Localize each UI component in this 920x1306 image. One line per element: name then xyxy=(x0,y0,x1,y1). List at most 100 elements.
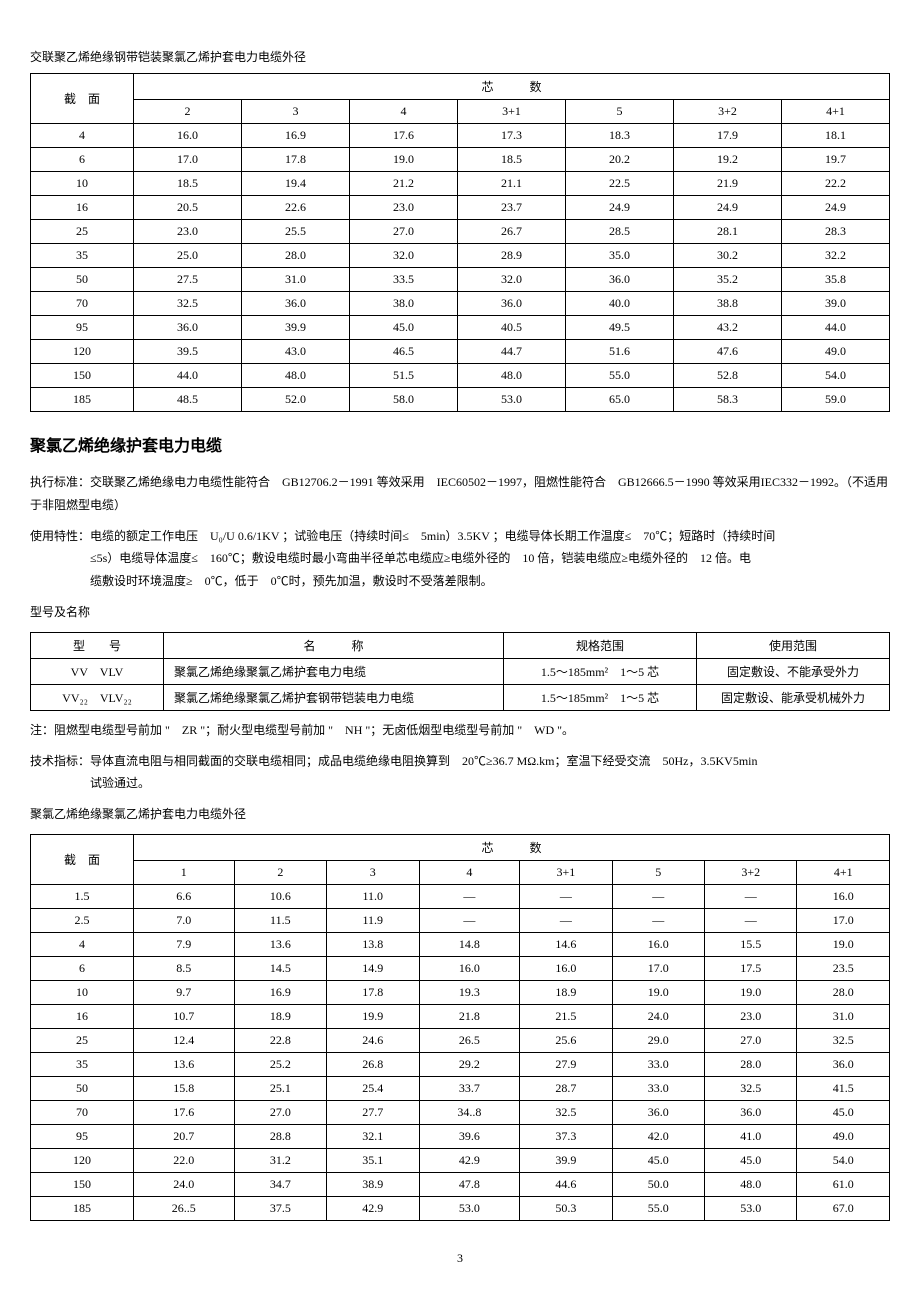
data-cell: 17.3 xyxy=(458,124,566,148)
data-cell: 34.7 xyxy=(234,1172,326,1196)
data-cell: 41.0 xyxy=(705,1124,797,1148)
row-label: 16 xyxy=(31,196,134,220)
data-cell: 32.2 xyxy=(782,244,890,268)
data-cell: 55.0 xyxy=(566,364,674,388)
data-cell: 17.8 xyxy=(327,980,419,1004)
data-cell: 48.0 xyxy=(705,1172,797,1196)
data-cell: 17.0 xyxy=(134,148,242,172)
data-cell: 34..8 xyxy=(419,1100,520,1124)
name-cell: 聚氯乙烯绝缘聚氯乙烯护套电力电缆 xyxy=(164,658,504,684)
data-cell: 29.0 xyxy=(612,1028,704,1052)
data-cell: 35.2 xyxy=(674,268,782,292)
data-cell: 28.0 xyxy=(797,980,890,1004)
data-cell: 28.1 xyxy=(674,220,782,244)
data-cell: 26.8 xyxy=(327,1052,419,1076)
name-cell: 聚氯乙烯绝缘聚氯乙烯护套钢带铠装电力电缆 xyxy=(164,684,504,710)
data-cell: 36.0 xyxy=(612,1100,704,1124)
row-label: 10 xyxy=(31,172,134,196)
data-cell: 27.5 xyxy=(134,268,242,292)
table-row: 1018.519.421.221.122.521.922.2 xyxy=(31,172,890,196)
data-cell: 25.2 xyxy=(234,1052,326,1076)
data-cell: 39.5 xyxy=(134,340,242,364)
data-cell: 21.5 xyxy=(520,1004,612,1028)
data-cell: 45.0 xyxy=(797,1100,890,1124)
table-row: 2523.025.527.026.728.528.128.3 xyxy=(31,220,890,244)
data-cell: 16.0 xyxy=(419,956,520,980)
data-cell: 24.9 xyxy=(566,196,674,220)
data-cell: 17.5 xyxy=(705,956,797,980)
table-row: 2.57.011.511.9————17.0 xyxy=(31,908,890,932)
data-cell: 38.9 xyxy=(327,1172,419,1196)
data-cell: 32.1 xyxy=(327,1124,419,1148)
data-cell: 37.5 xyxy=(234,1196,326,1220)
row-label: 25 xyxy=(31,1028,134,1052)
section3-p1: 注：阻燃型电缆型号前加 " ZR "；耐火型电缆型号前加 " NH "；无卤低烟… xyxy=(30,719,890,742)
data-cell: 51.6 xyxy=(566,340,674,364)
data-cell: 55.0 xyxy=(612,1196,704,1220)
row-label: 185 xyxy=(31,1196,134,1220)
data-cell: 33.5 xyxy=(350,268,458,292)
data-cell: 17.6 xyxy=(350,124,458,148)
data-cell: 36.0 xyxy=(705,1100,797,1124)
row-label: 4 xyxy=(31,932,134,956)
data-cell: 33.0 xyxy=(612,1076,704,1100)
data-cell: 25.5 xyxy=(242,220,350,244)
data-cell: 13.6 xyxy=(234,932,326,956)
row-label: 6 xyxy=(31,956,134,980)
data-cell: 16.0 xyxy=(134,124,242,148)
data-cell: 24.9 xyxy=(674,196,782,220)
data-cell: 19.3 xyxy=(419,980,520,1004)
table-row: 9536.039.945.040.549.543.244.0 xyxy=(31,316,890,340)
data-cell: 10.6 xyxy=(234,884,326,908)
data-cell: 16.0 xyxy=(612,932,704,956)
row-label: 1.5 xyxy=(31,884,134,908)
data-cell: 48.5 xyxy=(134,388,242,412)
data-cell: 27.7 xyxy=(327,1100,419,1124)
data-cell: 17.0 xyxy=(797,908,890,932)
data-cell: 19.9 xyxy=(327,1004,419,1028)
row-label: 4 xyxy=(31,124,134,148)
data-cell: 20.2 xyxy=(566,148,674,172)
data-cell: — xyxy=(612,884,704,908)
data-cell: 18.3 xyxy=(566,124,674,148)
col-header: 2 xyxy=(234,860,326,884)
data-cell: 59.0 xyxy=(782,388,890,412)
table-row: 7032.536.038.036.040.038.839.0 xyxy=(31,292,890,316)
data-cell: 24.6 xyxy=(327,1028,419,1052)
col-header: 2 xyxy=(134,100,242,124)
data-cell: 47.8 xyxy=(419,1172,520,1196)
row-label: 35 xyxy=(31,1052,134,1076)
data-cell: 25.1 xyxy=(234,1076,326,1100)
data-cell: 58.3 xyxy=(674,388,782,412)
col-header: 1 xyxy=(134,860,235,884)
use-cell: 固定敷设、能承受机械外力 xyxy=(697,684,890,710)
data-cell: — xyxy=(520,908,612,932)
page-number: 3 xyxy=(30,1251,890,1266)
data-cell: 8.5 xyxy=(134,956,235,980)
data-cell: 25.4 xyxy=(327,1076,419,1100)
data-cell: 54.0 xyxy=(782,364,890,388)
spec-cell: 1.5～185mm² 1～5 芯 xyxy=(504,684,697,710)
table-row: 1610.718.919.921.821.524.023.031.0 xyxy=(31,1004,890,1028)
data-cell: 61.0 xyxy=(797,1172,890,1196)
data-cell: 58.0 xyxy=(350,388,458,412)
table-row: 68.514.514.916.016.017.017.523.5 xyxy=(31,956,890,980)
data-cell: 41.5 xyxy=(797,1076,890,1100)
data-cell: 21.9 xyxy=(674,172,782,196)
table-row: 416.016.917.617.318.317.918.1 xyxy=(31,124,890,148)
table1-colgroup: 芯 数 xyxy=(134,74,890,100)
data-cell: 14.6 xyxy=(520,932,612,956)
table1: 截 面 芯 数 2343+153+24+1 416.016.917.617.31… xyxy=(30,73,890,412)
data-cell: 28.3 xyxy=(782,220,890,244)
data-cell: 9.7 xyxy=(134,980,235,1004)
table-row: 15024.034.738.947.844.650.048.061.0 xyxy=(31,1172,890,1196)
table-row: 18548.552.058.053.065.058.359.0 xyxy=(31,388,890,412)
data-cell: 28.9 xyxy=(458,244,566,268)
data-cell: 40.5 xyxy=(458,316,566,340)
section3-p2b: 试验通过。 xyxy=(30,772,890,795)
data-cell: 23.7 xyxy=(458,196,566,220)
data-cell: 20.5 xyxy=(134,196,242,220)
table3-colgroup: 芯 数 xyxy=(134,834,890,860)
data-cell: 11.0 xyxy=(327,884,419,908)
use-cell: 固定敷设、不能承受外力 xyxy=(697,658,890,684)
